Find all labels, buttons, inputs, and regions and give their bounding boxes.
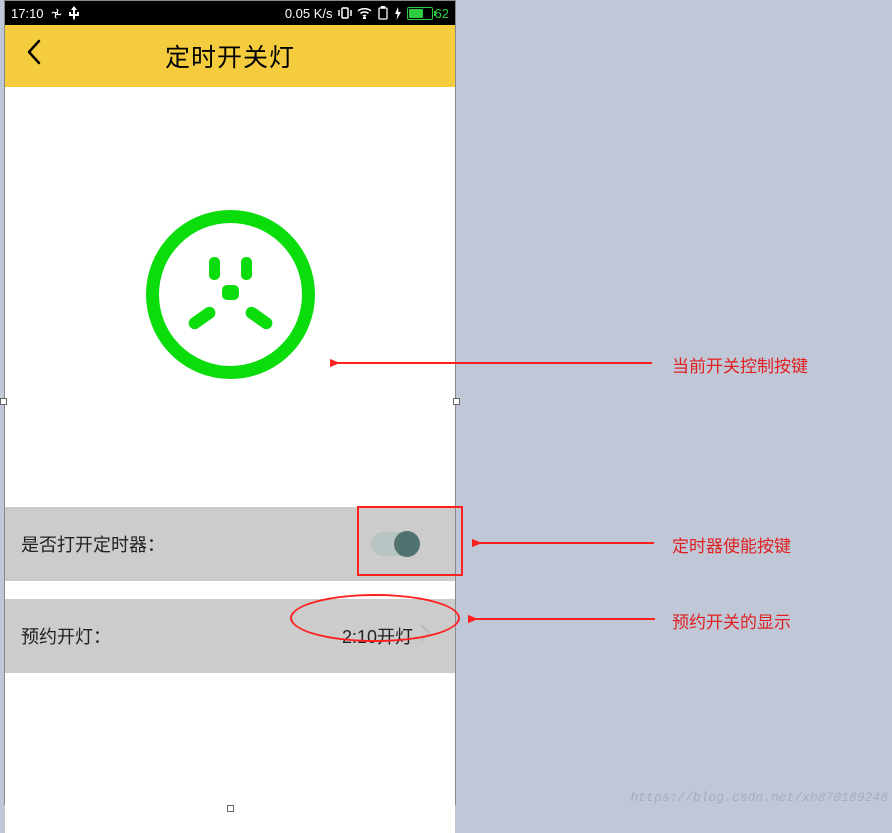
vibrate-icon [338, 7, 352, 19]
status-left: 17:10 [11, 6, 79, 21]
annotation-toggle: 定时器使能按键 [660, 532, 791, 557]
timer-enable-row: 是否打开定时器： [5, 507, 455, 581]
battery-indicator: 62 [407, 6, 449, 21]
wifi-icon [357, 7, 372, 19]
timer-enable-toggle[interactable] [371, 532, 419, 556]
status-bar: 17:10 0.05 K/s 62 [5, 1, 455, 25]
resize-handle [0, 398, 7, 405]
annotation-label-schedule: 预约开关的显示 [672, 608, 791, 633]
back-button[interactable] [17, 34, 51, 78]
watermark: https://blog.csdn.net/xh870189248 [631, 790, 888, 805]
usb-icon [69, 6, 79, 20]
schedule-value-group: 2:10开灯 [342, 623, 439, 649]
status-right: 0.05 K/s 62 [285, 6, 449, 21]
chevron-right-icon [419, 623, 431, 649]
timer-enable-label: 是否打开定时器： [21, 531, 165, 557]
toggle-knob [394, 531, 420, 557]
battery-outline-icon [377, 6, 389, 20]
socket-power-button[interactable] [143, 207, 318, 387]
resize-handle [453, 398, 460, 405]
page-title: 定时开关灯 [5, 38, 455, 74]
battery-percent: 62 [435, 6, 449, 21]
row-spacer [5, 581, 455, 599]
schedule-label: 预约开灯： [21, 623, 111, 649]
content-area [5, 87, 455, 507]
annotation-arrow-schedule [468, 604, 663, 634]
app-header: 定时开关灯 [5, 25, 455, 87]
schedule-value: 2:10开灯 [342, 623, 413, 649]
phone-frame: 17:10 0.05 K/s 62 [4, 0, 456, 805]
annotation-label-socket: 当前开关控制按键 [672, 352, 808, 377]
annotation-socket: 当前开关控制按键 [660, 352, 808, 377]
annotation-arrow-socket [330, 348, 660, 378]
schedule-row[interactable]: 预约开灯： 2:10开灯 [5, 599, 455, 673]
bolt-icon [394, 7, 402, 20]
net-speed: 0.05 K/s [285, 6, 333, 21]
annotation-label-toggle: 定时器使能按键 [672, 532, 791, 557]
status-time: 17:10 [11, 6, 44, 21]
annotation-arrow-toggle [472, 528, 662, 558]
fan-icon [50, 7, 63, 20]
annotation-schedule: 预约开关的显示 [660, 608, 791, 633]
